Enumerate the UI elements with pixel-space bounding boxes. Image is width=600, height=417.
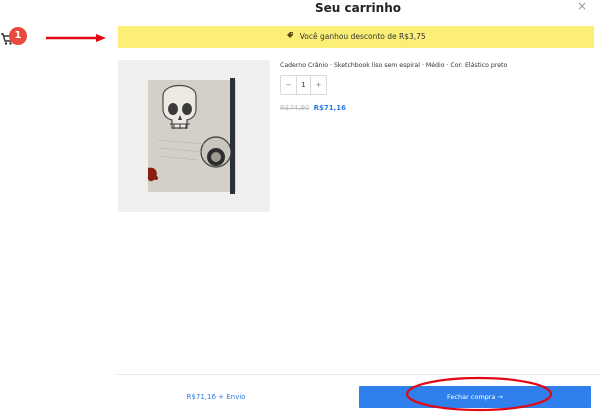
annotation-arrow-icon [46,34,106,42]
total-price: R$71,16 + Envio [186,393,246,401]
decrease-button[interactable]: − [281,76,296,94]
cart-screen: 1 Seu carrinho × Você ganhou desconto de… [0,0,600,417]
new-price: R$71,16 [313,104,346,112]
empty-area [118,226,594,376]
product-image[interactable] [118,60,270,212]
discount-text: Você ganhou desconto de R$3,75 [299,32,426,41]
price-group: R$74,90 R$71,16 [280,103,346,113]
notebook-image [147,78,236,194]
product-name[interactable]: Caderno Crânio · Sketchbook liso sem esp… [280,61,590,70]
page-title: Seu carrinho [315,1,401,15]
old-price: R$74,90 [280,104,310,112]
discount-banner: Você ganhou desconto de R$3,75 [118,26,594,48]
close-icon[interactable]: × [574,0,590,14]
increase-button[interactable]: + [311,76,326,94]
annotation-ellipse-icon [405,376,553,412]
quantity-stepper: − 1 + [280,75,327,95]
cart-panel: Seu carrinho × Você ganhou desconto de R… [116,0,600,417]
quantity-value[interactable]: 1 [296,76,311,94]
tag-icon [286,26,294,48]
cart-count-badge: 1 [9,27,27,45]
